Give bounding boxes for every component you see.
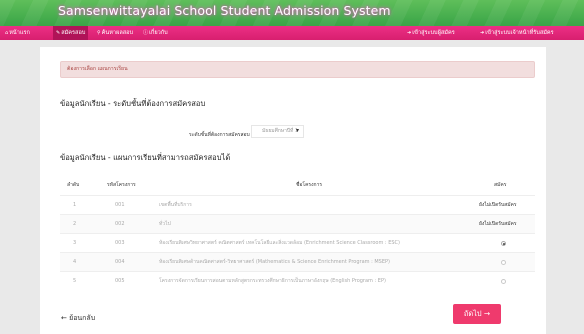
row-code: 001 — [115, 202, 125, 208]
nav-item-label: เข้าสู่ระบบผู้สมัคร — [412, 30, 455, 36]
alert-message: ต้องการเลือก แผนการเรียน — [60, 61, 535, 78]
row-status: ยังไม่เปิดรับสมัคร — [479, 202, 517, 208]
table-row: 1 001 เขตพื้นที่บริการ ยังไม่เปิดรับสมัค… — [60, 195, 535, 214]
table-row: 5 005 โครงการจัดการเรียนการสอนตามหลักสูต… — [60, 271, 535, 290]
nav-item-label: เกี่ยวกับ — [149, 30, 168, 36]
plan-radio-esc[interactable] — [501, 241, 506, 246]
row-name: เขตพื้นที่บริการ — [159, 202, 192, 208]
level-select[interactable]: มัธยมศึกษาปีที่ 1 ▾ — [251, 125, 304, 138]
nav-item-label: ค้นหาผลสอบ — [101, 30, 134, 36]
section-title-level: ข้อมูลนักเรียน - ระดับชั้นที่ต้องการสมัค… — [60, 99, 206, 108]
row-name: ห้องเรียนพิเศษด้านคณิตศาสตร์-วิทยาศาสตร์… — [159, 259, 390, 265]
main-nav: ⌂หน้าแรก ✎สมัครสอบ ⚲ค้นหาผลสอบ ⓘเกี่ยวกั… — [0, 26, 584, 40]
chevron-down-icon: ▾ — [295, 127, 299, 134]
column-header-apply: สมัคร — [494, 182, 507, 188]
nav-item-about[interactable]: ⓘเกี่ยวกับ — [143, 26, 168, 40]
row-name: โครงการจัดการเรียนการสอนตามหลักสูตรกระทร… — [159, 278, 386, 284]
nav-item-label: เข้าสู่ระบบเจ้าหน้าที่รับสมัคร — [485, 30, 554, 36]
level-select-value: มัธยมศึกษาปีที่ 1 — [262, 128, 299, 134]
nav-item-applicant-login[interactable]: ➜เข้าสู่ระบบผู้สมัคร — [407, 26, 455, 40]
row-name: ทั่วไป — [159, 221, 171, 227]
nav-item-apply[interactable]: ✎สมัครสอบ — [53, 26, 89, 40]
section-title-plan: ข้อมูลนักเรียน - แผนการเรียนที่สามารถสมั… — [60, 153, 231, 162]
nav-item-label: สมัครสอบ — [61, 30, 86, 36]
row-seq: 2 — [73, 221, 77, 227]
login-icon: ➜ — [407, 30, 412, 36]
table-row: 3 003 ห้องเรียนพิเศษวิทยาศาสตร์ คณิตศาสต… — [60, 233, 535, 252]
nav-item-label: หน้าแรก — [9, 30, 30, 36]
column-header-name: ชื่อโครงการ — [296, 182, 323, 188]
app-title: Samsenwittayalai School Student Admissio… — [58, 3, 391, 18]
row-seq: 1 — [73, 202, 77, 208]
level-label: ระดับชั้นที่ต้องการสมัครสอบ — [189, 132, 250, 138]
next-button[interactable]: ถัดไป → — [453, 304, 501, 324]
edit-icon: ✎ — [56, 30, 61, 36]
nav-item-staff-login[interactable]: ➜เข้าสู่ระบบเจ้าหน้าที่รับสมัคร — [480, 26, 554, 40]
row-status: ยังไม่เปิดรับสมัคร — [479, 221, 517, 227]
row-seq: 3 — [73, 240, 77, 246]
search-icon: ⚲ — [97, 30, 101, 36]
nav-item-results[interactable]: ⚲ค้นหาผลสอบ — [97, 26, 133, 40]
table-row: 2 002 ทั่วไป ยังไม่เปิดรับสมัคร — [60, 214, 535, 233]
home-icon: ⌂ — [5, 30, 9, 36]
column-header-seq: ลำดับ — [67, 182, 80, 188]
row-code: 002 — [115, 221, 125, 227]
table-row: 4 004 ห้องเรียนพิเศษด้านคณิตศาสตร์-วิทยา… — [60, 252, 535, 271]
row-seq: 4 — [73, 259, 77, 265]
plan-radio-msep[interactable] — [501, 260, 506, 265]
plan-radio-ep[interactable] — [501, 279, 506, 284]
row-code: 004 — [115, 259, 125, 265]
back-button[interactable]: ← ย้อนกลับ — [61, 313, 95, 324]
login-icon: ➜ — [480, 30, 485, 36]
nav-item-home[interactable]: ⌂หน้าแรก — [5, 26, 30, 40]
row-seq: 5 — [73, 278, 77, 284]
column-header-code: รหัสโครงการ — [107, 182, 136, 188]
row-code: 005 — [115, 278, 125, 284]
info-icon: ⓘ — [143, 30, 149, 36]
row-name: ห้องเรียนพิเศษวิทยาศาสตร์ คณิตศาสตร์ เทค… — [159, 240, 400, 246]
row-code: 003 — [115, 240, 125, 246]
